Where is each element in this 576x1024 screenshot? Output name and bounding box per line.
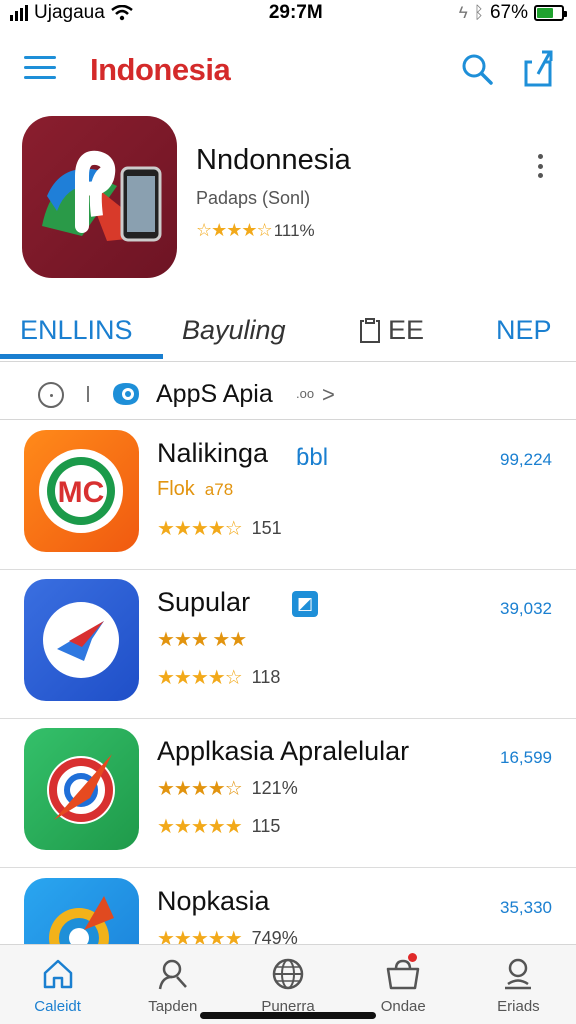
app-category: Flok: [157, 478, 195, 500]
search-icon[interactable]: [460, 52, 494, 86]
menu-icon[interactable]: [24, 56, 56, 82]
filter-meta: .oo: [296, 386, 315, 401]
app-rating: ★★★★★ 115: [157, 814, 280, 839]
page-title: Indonesia: [90, 52, 231, 87]
active-tab-indicator: [0, 354, 163, 359]
category-tabs: ENLLINS Bayuling EE NEP: [0, 300, 576, 362]
tab-nep[interactable]: NEP: [496, 310, 552, 350]
bag-icon: [386, 959, 420, 990]
bottom-tab-caleidt[interactable]: Caleidt: [0, 945, 115, 1024]
tab-bayuling[interactable]: Bayuling: [182, 310, 286, 350]
battery-fill: [537, 8, 554, 18]
search-person-icon: [158, 959, 187, 990]
app-rating: ★★★★☆ 151: [157, 516, 282, 541]
app-badge: ɓbl: [296, 444, 329, 471]
app-subtitle: ★★★ ★★: [157, 627, 247, 652]
app-price: 35,330: [500, 898, 552, 917]
app-name: Nalikinga: [157, 438, 269, 468]
list-item[interactable]: Applkasia Apralelular ★★★★☆ 121% ★★★★★ 1…: [0, 720, 576, 868]
app-icon-nalikinga[interactable]: MC: [24, 430, 139, 552]
list-item[interactable]: MC Nalikinga ɓbl Flok a78 ★★★★☆ 151 99,2…: [0, 422, 576, 570]
status-time: 29:7M: [268, 2, 323, 23]
app-name: Nopkasia: [157, 886, 270, 916]
app-rating: ★★★★☆ 118: [157, 665, 280, 690]
rating-text: 111%: [273, 220, 315, 240]
rating-stars: ★★★★☆: [157, 667, 243, 689]
notification-badge: [407, 953, 417, 962]
rating-count: 151: [251, 518, 282, 538]
charging-icon: ϟ: [458, 3, 468, 22]
carrier-name: Ujagaua: [34, 2, 105, 23]
wifi-icon: [111, 5, 133, 21]
app-badge: ◩: [292, 591, 318, 617]
home-indicator[interactable]: [200, 1012, 376, 1019]
subtitle-stars: ★★★ ★★: [157, 629, 247, 651]
app-extra: a78: [204, 479, 234, 499]
tab-enllins[interactable]: ENLLINS: [20, 310, 133, 350]
app-price: 16,599: [500, 748, 552, 767]
bottom-tab-label: Caleidt: [34, 998, 81, 1015]
list-item[interactable]: Supular ◩ ★★★ ★★ ★★★★☆ 118 39,032: [0, 571, 576, 719]
chevron-right-icon[interactable]: >: [322, 382, 335, 408]
nav-bar: Indonesia: [0, 40, 576, 98]
clipboard-icon: [360, 318, 380, 343]
filter-row[interactable]: AppS Apia .oo >: [0, 368, 576, 420]
featured-app-name: Nndonnesia: [196, 144, 351, 176]
featured-app-icon[interactable]: [22, 116, 177, 278]
filter-label: AppS Apia: [156, 380, 273, 408]
featured-app-subtitle: Padaps (Sonl): [196, 188, 311, 208]
app-price: 99,224: [500, 450, 552, 469]
app-subtitle: ★★★★☆ 121%: [157, 776, 298, 801]
battery-icon: [534, 5, 567, 21]
share-icon[interactable]: [520, 48, 556, 88]
more-options-icon[interactable]: [536, 154, 544, 178]
subtitle-stars: ★★★★☆: [157, 778, 243, 800]
svg-text:MC: MC: [58, 476, 105, 509]
app-icon-supular[interactable]: [24, 579, 139, 701]
app-name: Supular: [157, 587, 251, 617]
divider: [87, 386, 89, 402]
rating-stars: ☆★★★☆: [196, 220, 273, 240]
clock-icon[interactable]: [38, 382, 64, 408]
app-icon-applkasia[interactable]: [24, 728, 139, 850]
app-name: Applkasia Apralelular: [157, 736, 410, 766]
bottom-tab-label: Eriads: [497, 998, 540, 1015]
rating-count: 115: [251, 816, 281, 836]
bluetooth-icon: ᛒ: [473, 3, 484, 22]
battery-percent: 67%: [489, 2, 528, 23]
bottom-tab-eriads[interactable]: Eriads: [461, 945, 576, 1024]
status-bar: Ujagaua 29:7M ϟ ᛒ 67%: [0, 0, 576, 26]
rating-count: 118: [251, 667, 281, 687]
rating-stars: ★★★★☆: [157, 518, 243, 540]
signal-icon: [10, 5, 28, 21]
rating-stars: ★★★★★: [157, 816, 243, 838]
app-subtitle: Flok a78: [157, 478, 233, 501]
tab-ee[interactable]: EE: [358, 310, 424, 350]
featured-app[interactable]: Nndonnesia Padaps (Sonl) ☆★★★☆ 111%: [0, 116, 576, 284]
profile-icon: [505, 958, 532, 990]
app-price: 39,032: [500, 599, 552, 618]
home-icon: [43, 959, 72, 989]
app-extra: 121%: [251, 778, 298, 798]
tab-ee-label: EE: [388, 315, 425, 345]
featured-app-rating: ☆★★★☆ 111%: [196, 220, 315, 241]
globe-icon: [272, 958, 304, 990]
app-filter-icon: [113, 383, 139, 405]
